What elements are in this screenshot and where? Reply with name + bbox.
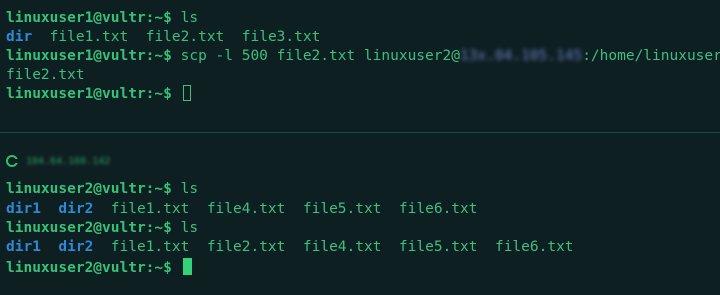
shell-prompt: linuxuser2@vultr:~$	[6, 260, 172, 276]
command-text: ls	[171, 181, 199, 197]
terminal-line: linuxuser1@vultr:~$	[6, 85, 191, 104]
file-entry: file2.txt	[145, 29, 225, 45]
command-output: file2.txt	[6, 66, 85, 85]
shell-prompt: linuxuser2@vultr:~$	[6, 220, 172, 236]
terminal-line: linuxuser2@vultr:~$ ls	[6, 180, 198, 199]
ls-output: dir1 dir2 file1.txt file4.txt file5.txt …	[6, 200, 478, 219]
command-text: ls	[171, 220, 199, 236]
file-entry: file5.txt	[302, 201, 382, 217]
file-entry: file1.txt	[110, 201, 190, 217]
file-entry: file4.txt	[206, 201, 286, 217]
file-entry: file5.txt	[398, 239, 478, 255]
cursor	[182, 258, 192, 275]
shell-prompt: linuxuser1@vultr:~$	[6, 10, 172, 26]
directory-entry: dir	[6, 29, 33, 45]
command-text	[172, 86, 181, 102]
directory-entry: dir1	[6, 201, 41, 217]
file-entry: file1.txt	[49, 29, 129, 45]
shell-prompt: linuxuser2@vultr:~$	[6, 181, 172, 197]
terminal-line: linuxuser1@vultr:~$ scp -l 500 file2.txt…	[6, 47, 720, 66]
terminal-line: linuxuser2@vultr:~$	[6, 258, 192, 277]
directory-entry: dir1	[6, 239, 41, 255]
file-entry: file2.txt	[6, 67, 85, 83]
terminal-pane-bottom[interactable]: linuxuser2@vultr:~$ ls dir1 dir2 file1.t…	[0, 145, 720, 295]
ls-output: dir1 dir2 file1.txt file2.txt file4.txt …	[6, 238, 574, 257]
directory-entry: dir2	[58, 201, 94, 217]
file-entry: file6.txt	[494, 239, 574, 255]
file-entry: file3.txt	[241, 29, 321, 45]
directory-entry: dir2	[58, 239, 94, 255]
terminal-pane-top[interactable]: linuxuser1@vultr:~$ ls dir file1.txt fil…	[0, 0, 720, 131]
terminal-line: linuxuser2@vultr:~$ ls	[6, 219, 198, 238]
ls-output: dir file1.txt file2.txt file3.txt	[6, 28, 320, 47]
cursor	[182, 85, 191, 101]
shell-prompt: linuxuser1@vultr:~$	[6, 86, 172, 102]
command-text: :/home/linuxuser2	[582, 48, 720, 64]
file-entry: file1.txt	[110, 239, 190, 255]
file-entry: file6.txt	[398, 201, 478, 217]
file-entry: file2.txt	[206, 239, 286, 255]
file-entry: file4.txt	[302, 239, 382, 255]
command-text: scp -l 500 file2.txt linuxuser2@	[171, 48, 460, 64]
command-text	[172, 260, 181, 276]
terminal-line: linuxuser1@vultr:~$ ls	[6, 9, 198, 28]
command-text: ls	[171, 10, 199, 26]
pane-divider[interactable]	[0, 132, 720, 133]
redacted-ip: 13x.04.105.145	[459, 48, 583, 64]
shell-prompt: linuxuser1@vultr:~$	[6, 48, 172, 64]
